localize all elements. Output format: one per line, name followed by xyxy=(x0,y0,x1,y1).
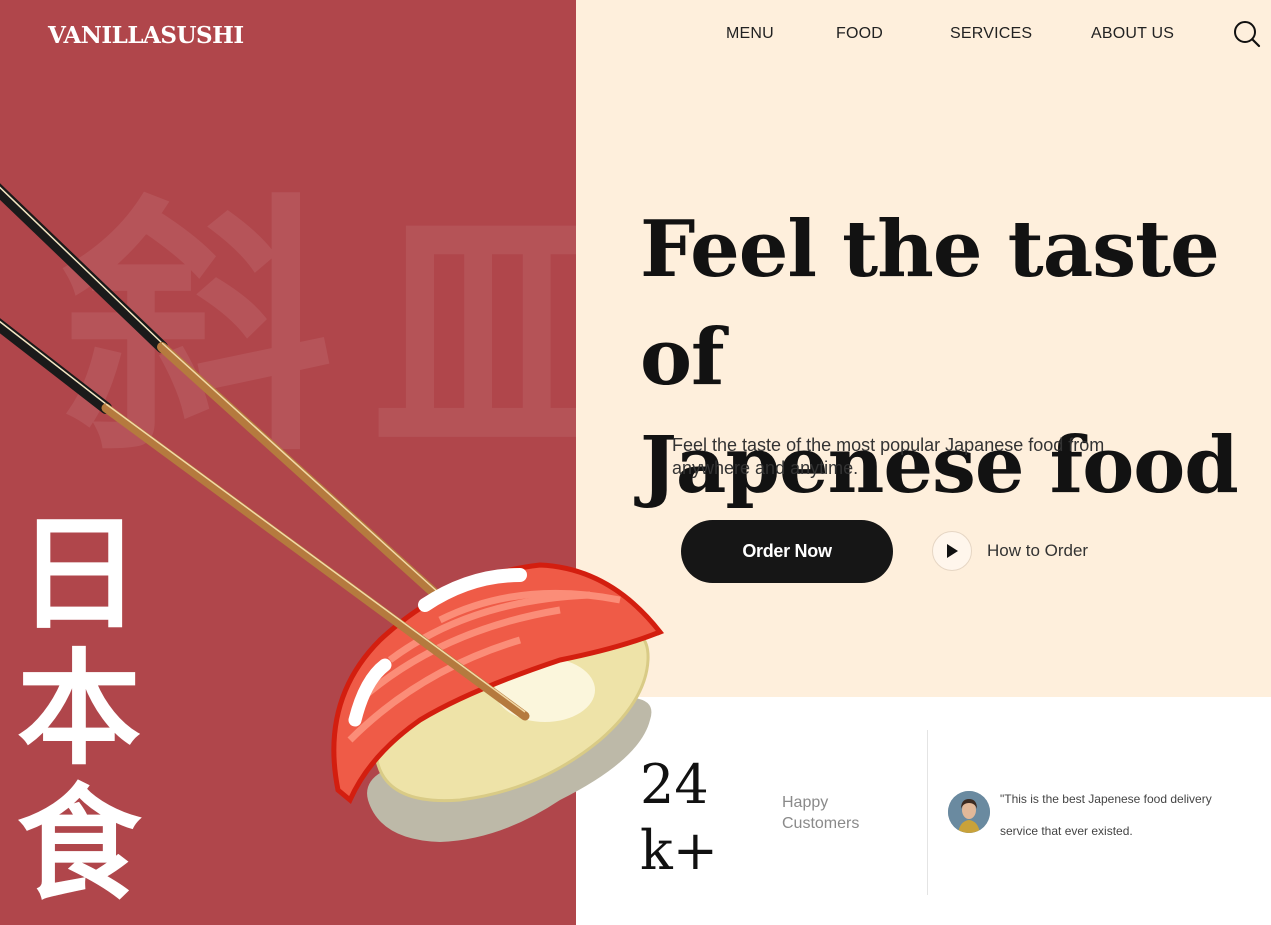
nav-item-menu[interactable]: MENU xyxy=(726,25,774,43)
hero-subtitle: Feel the taste of the most popular Japan… xyxy=(672,435,1105,478)
vertical-kanji-title: 日 本 食 xyxy=(17,508,141,913)
background-kanji-2: 皿 xyxy=(372,177,576,492)
hero-title-line: Feel the taste of xyxy=(640,204,1220,403)
how-to-order-label: How to Order xyxy=(987,541,1089,560)
customer-count-label: Happy Customers xyxy=(782,792,892,834)
avatar xyxy=(948,791,990,833)
stat-label-line: Happy xyxy=(782,794,829,811)
testimonial-quote: "This is the best Japenese food delivery… xyxy=(1000,792,1212,838)
stats-divider xyxy=(927,730,928,895)
kanji-character: 本 xyxy=(17,638,142,782)
stat-label-line: Customers xyxy=(782,815,860,832)
search-icon[interactable] xyxy=(1233,20,1261,48)
nav-item-services[interactable]: SERVICES xyxy=(950,25,1032,43)
kanji-character: 食 xyxy=(17,773,142,917)
main-nav: MENU FOOD SERVICES ABOUT US xyxy=(0,25,1271,49)
hero-left-panel: 斜 皿 日 本 食 xyxy=(0,0,576,925)
nav-item-food[interactable]: FOOD xyxy=(836,25,883,43)
background-kanji-1: 斜 xyxy=(62,172,332,487)
stat-number-line: k+ xyxy=(640,819,718,882)
customer-count: 24 k+ xyxy=(640,752,760,884)
order-now-button[interactable]: Order Now xyxy=(681,520,893,583)
kanji-character: 日 xyxy=(17,503,142,647)
stat-number-line: 24 xyxy=(640,753,709,816)
nav-item-about-us[interactable]: ABOUT US xyxy=(1091,25,1174,43)
play-icon[interactable] xyxy=(932,531,972,571)
how-to-order-link[interactable]: How to Order xyxy=(932,531,1088,571)
